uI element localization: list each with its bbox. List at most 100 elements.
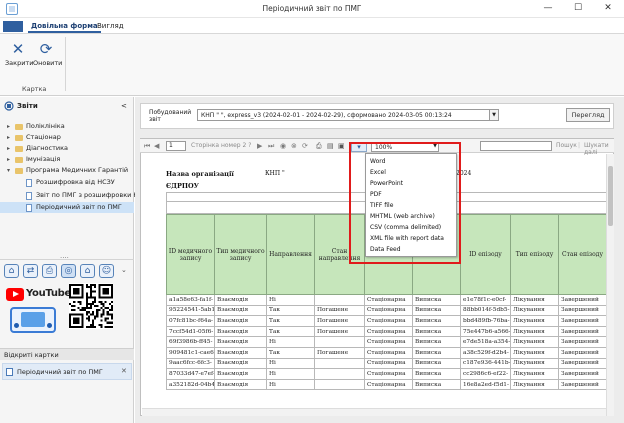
table-cell: 7ccf54d1-05f6- [166, 325, 215, 338]
table-cell: Ні [266, 336, 315, 348]
table-cell: e7de518a-a354- [460, 336, 511, 348]
folder-icon [15, 146, 23, 152]
youtube-logo[interactable]: YouTube [6, 287, 71, 303]
search-button[interactable]: Пошук [556, 142, 577, 149]
preview-button[interactable]: Перегляд [566, 108, 610, 122]
tree-item-diagnostics[interactable]: ▸ Діагностика [0, 143, 134, 154]
print-icon[interactable]: ⎙ [42, 264, 57, 278]
table-row[interactable]: a352182d-04b4- Взаємодія Ні Стаціонарна Випи… [166, 378, 607, 391]
column-header: Направлення [266, 214, 315, 295]
maximize-button[interactable]: ☐ [564, 1, 592, 16]
first-page-icon[interactable]: ⏮ [144, 141, 150, 151]
youtube-play-icon [6, 288, 24, 301]
table-cell: Взаємодія [214, 325, 267, 338]
table-cell: 95224541-5ab1- [166, 304, 215, 317]
table-cell: Лікування [510, 294, 559, 306]
org-name-label: Назва організації [166, 170, 234, 178]
close-window-button[interactable]: ✕ [594, 1, 622, 16]
tree-item-hospital[interactable]: ▸ Стаціонар [0, 132, 134, 143]
tab-view[interactable]: Вигляд [94, 20, 127, 33]
prev-page-icon[interactable]: ◀ [154, 141, 159, 151]
built-report-select[interactable]: КНП " ", express_v3 (2024-02-01 - 2024-0… [197, 109, 499, 121]
parameters-row: Побудований звіт КНП " ", express_v3 (20… [140, 103, 614, 129]
print-layout-icon[interactable]: ▤ [327, 141, 334, 151]
table-row[interactable]: a1a58e63-fa1f- Взаємодія Ні Стаціонарна Випи… [166, 294, 607, 306]
table-cell: Завершений [558, 325, 607, 338]
tree-item-pmg[interactable]: ▾ Програма Медичних Гарантій [0, 165, 134, 176]
close-card-icon[interactable]: ✕ [121, 367, 127, 375]
page-number-input[interactable]: 1 [166, 141, 186, 151]
close-button[interactable]: ✕ Закрити [5, 37, 33, 77]
file-tab[interactable] [3, 21, 23, 32]
column-header: Тип медичного запису [214, 214, 267, 295]
table-cell: Взаємодія [214, 294, 267, 306]
refresh-button[interactable]: ⟳ Оновити [33, 37, 62, 77]
last-page-icon[interactable]: ⏭ [268, 141, 274, 151]
table-row[interactable]: 87033d47-e7ef- Взаємодія Ні Стаціонарна Випи… [166, 368, 607, 380]
page-setup-icon[interactable]: ▣ [338, 141, 345, 151]
table-cell: c187e936-441b- [460, 357, 511, 370]
table-cell: Лікування [510, 357, 559, 370]
qr-code-icon [69, 283, 113, 329]
chevron-down-icon[interactable]: ▼ [489, 110, 498, 120]
tab-free-form[interactable]: Довільна форма [28, 20, 101, 33]
card-icon [6, 368, 13, 376]
table-cell: Виписка [412, 336, 461, 348]
table-row[interactable]: 7ccf54d1-05f6- Взаємодія Так Погашене Стаціо… [166, 325, 607, 338]
toolbar-separator: | [578, 142, 581, 149]
tree-item-immunization[interactable]: ▸ Імунізація [0, 154, 134, 165]
table-cell: Ні [266, 357, 315, 370]
home-icon[interactable]: ⌂ [4, 264, 19, 278]
table-cell: Стаціонарна [364, 325, 413, 338]
table-cell: Завершений [558, 336, 607, 348]
next-page-icon[interactable]: ▶ [257, 141, 262, 151]
table-cell: Завершений [558, 368, 607, 380]
minimize-button[interactable]: — [534, 1, 562, 16]
chevron-down-icon[interactable]: ⌄ [121, 266, 127, 274]
table-cell: Стаціонарна [364, 357, 413, 370]
reports-panel-header: Звіти < [0, 99, 134, 113]
table-cell: Завершений [558, 294, 607, 306]
table-cell: 87033d47-e7ef- [166, 368, 215, 380]
edrpou-label: ЄДРПОУ [166, 182, 199, 190]
table-row[interactable]: 909481c1-cae6- Взаємодія Так Погашене Стаціо… [166, 346, 607, 359]
tree-item-periodic-report[interactable]: Періодичний звіт по ПМГ [0, 202, 134, 213]
table-row[interactable]: 07fc81bc-f64a- Взаємодія Так Погашене Стаціо… [166, 315, 607, 327]
tree-item-nszu-decoding[interactable]: Розшифровка від НСЗУ [0, 177, 134, 188]
table-cell: 16e8a2ed-f5d1- [460, 378, 511, 391]
table-cell: 07fc81bc-f64a- [166, 315, 215, 327]
print-icon[interactable]: ⎙ [316, 141, 322, 151]
users-icon[interactable]: ☺ [99, 264, 114, 278]
scroll-thumb[interactable] [608, 166, 613, 226]
table-row[interactable]: 69f3986b-ff45- Взаємодія Ні Стаціонарна Випи… [166, 336, 607, 348]
tree-item-polyclinic[interactable]: ▸ Поліклініка [0, 121, 134, 132]
title-bar: Періодичний звіт по ПМГ — ☐ ✕ [0, 0, 624, 18]
tree-item-pmg-decoding-report[interactable]: Звіт по ПМГ з розшифровки НСЗ [0, 190, 147, 201]
open-card-item[interactable]: Періодичний звіт по ПМГ ✕ [2, 363, 132, 380]
table-cell: e1e78f1c-e0cf- [460, 294, 511, 306]
reports-quick-icon[interactable]: ◎ [61, 264, 76, 278]
report-doc-icon [26, 204, 32, 212]
horizontal-scrollbar[interactable] [142, 408, 606, 416]
table-cell: Взаємодія [214, 346, 267, 359]
collapse-panel-button[interactable]: < [121, 102, 127, 110]
column-header: Стан епізоду [558, 214, 607, 295]
search-input[interactable] [480, 141, 552, 151]
table-row[interactable]: 95224541-5ab1- Взаємодія Так Погашене Стаціо… [166, 304, 607, 317]
vertical-scrollbar[interactable] [606, 154, 614, 416]
table-row[interactable]: 9aac6fcc-6fc3- Взаємодія Ні Стаціонарна Випи… [166, 357, 607, 370]
ribbon-tabs: Довільна форма Вигляд [0, 19, 624, 33]
table-cell: Лікування [510, 378, 559, 391]
table-cell: Виписка [412, 368, 461, 380]
table-cell: Ні [266, 378, 315, 391]
building-icon[interactable]: ⌂ [80, 264, 95, 278]
table-cell: Лікування [510, 325, 559, 338]
table-cell: Завершений [558, 346, 607, 359]
table-cell: 69f3986b-ff45- [166, 336, 215, 348]
stop-icon[interactable]: ⊗ [291, 141, 297, 151]
sync-icon[interactable]: ⇄ [23, 264, 38, 278]
column-header: ID епізоду [460, 214, 511, 295]
back-icon[interactable]: ◉ [280, 141, 286, 151]
refresh-report-icon[interactable]: ⟳ [302, 141, 308, 151]
table-cell: Взаємодія [214, 357, 267, 370]
